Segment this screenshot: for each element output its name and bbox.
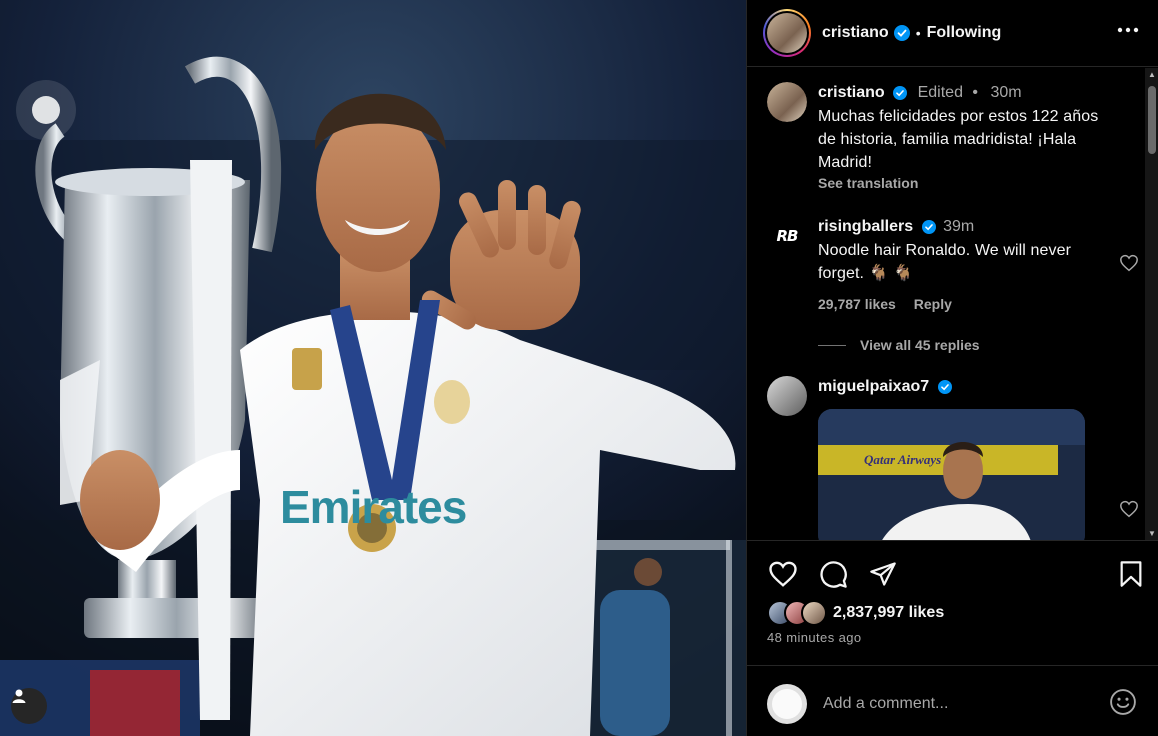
reply-button[interactable]: Reply (914, 296, 952, 312)
post-time[interactable]: 48 minutes ago (767, 630, 862, 645)
rb-logo: RB (776, 227, 799, 245)
see-translation-link[interactable]: See translation (818, 175, 1118, 191)
heart-icon (769, 561, 797, 587)
caption-avatar[interactable] (767, 82, 807, 122)
like-button[interactable] (767, 559, 799, 589)
caption: cristiano Edited • 30m Muchas felicidade… (767, 82, 1139, 192)
comment-heart-icon[interactable] (1119, 254, 1139, 272)
replies-divider (818, 344, 846, 346)
gif-image (818, 409, 1085, 540)
more-icon (1117, 27, 1139, 33)
emoji-icon (1110, 689, 1136, 715)
post-media[interactable]: Emirates (0, 0, 746, 736)
more-options-button[interactable] (1113, 18, 1143, 42)
user-tag-icon (12, 689, 26, 703)
comment-likes[interactable]: 29,787 likes (818, 296, 896, 312)
post-header: cristiano • Following (747, 0, 1158, 67)
author-avatar-ring[interactable] (763, 9, 811, 57)
caption-time: 30m (990, 84, 1022, 101)
comment-item: RB risingballers 39m Noodle hair Ronaldo… (767, 216, 1139, 316)
comment-username[interactable]: miguelpaixao7 (818, 378, 929, 395)
caption-username[interactable]: cristiano (818, 84, 885, 101)
comment-text: Noodle hair Ronaldo. We will never forge… (818, 242, 1072, 282)
scrollbar-thumb[interactable] (1148, 86, 1156, 154)
verified-badge-icon (893, 25, 910, 41)
user-tag-button[interactable] (11, 688, 47, 724)
comment-gif[interactable]: Qatar Airways (818, 409, 1085, 540)
following-button[interactable]: Following (927, 24, 1002, 42)
comment-avatar[interactable] (767, 376, 807, 416)
post-detail-panel: cristiano • Following cristiano Edited •… (746, 0, 1158, 736)
comment-time: 39m (943, 218, 975, 235)
shirt-sponsor: Emirates (280, 481, 467, 533)
post-actions-bar: 2,837,997 likes 48 minutes ago (747, 540, 1158, 665)
verified-badge-icon (893, 85, 908, 100)
author-avatar (767, 13, 807, 53)
save-button[interactable] (1115, 559, 1147, 589)
comments-scrollbar[interactable]: ▲ ▼ (1145, 68, 1158, 540)
comments-list[interactable]: cristiano Edited • 30m Muchas felicidade… (747, 68, 1145, 540)
likes-summary[interactable]: 2,837,997 likes (767, 600, 944, 626)
current-user-avatar (767, 684, 807, 724)
bookmark-icon (1120, 561, 1142, 587)
edited-label: Edited (917, 84, 963, 101)
comment-avatar[interactable]: RB (767, 216, 807, 256)
scroll-down-arrow[interactable]: ▼ (1148, 529, 1156, 538)
view-replies-button[interactable]: View all 45 replies (818, 337, 980, 353)
author-username[interactable]: cristiano (822, 24, 889, 42)
view-replies-label: View all 45 replies (860, 337, 980, 353)
liker-avatar (801, 600, 827, 626)
post-photo (0, 0, 746, 736)
verified-badge-icon (937, 379, 952, 394)
emoji-button[interactable] (1109, 688, 1137, 721)
likes-count[interactable]: 2,837,997 likes (833, 604, 944, 622)
comment-button[interactable] (817, 559, 849, 589)
share-button[interactable] (867, 559, 899, 589)
verified-badge-icon (921, 219, 936, 234)
comment-heart-icon[interactable] (1119, 500, 1139, 518)
caption-text: Muchas felicidades por estos 122 años de… (818, 108, 1099, 171)
add-comment-bar (747, 665, 1158, 736)
scroll-up-arrow[interactable]: ▲ (1148, 70, 1156, 79)
liker-avatars (767, 600, 829, 626)
comment-input[interactable] (823, 690, 1083, 718)
share-icon (870, 562, 896, 586)
comment-username[interactable]: risingballers (818, 218, 913, 235)
header-dot: • (915, 25, 921, 41)
comment-icon (819, 560, 847, 588)
gif-banner-text: Qatar Airways (864, 452, 942, 467)
caption-dot: • (972, 84, 979, 101)
